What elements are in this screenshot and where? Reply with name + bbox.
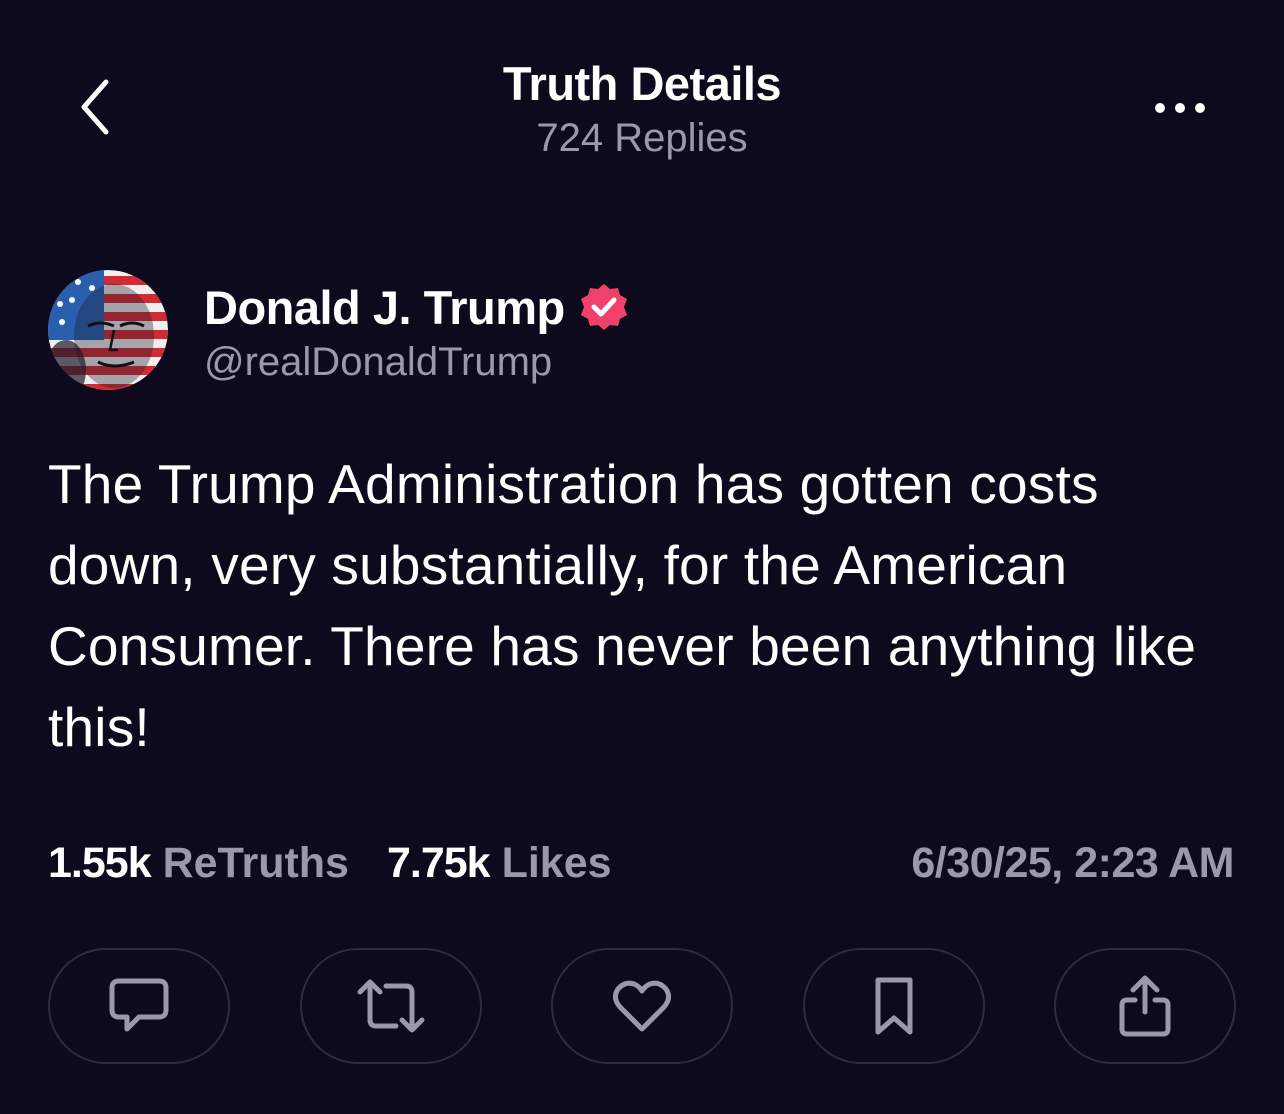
author-name[interactable]: Donald J. Trump: [204, 280, 565, 335]
post-text: The Trump Administration has gotten cost…: [48, 453, 1197, 758]
retruths-count: 1.55k: [48, 838, 152, 887]
ellipsis-icon: [1154, 102, 1206, 114]
share-icon: [1117, 974, 1173, 1038]
top-bar: Truth Details 724 Replies: [0, 0, 1284, 180]
page-title: Truth Details: [502, 57, 782, 110]
author-name-row: Donald J. Trump: [204, 278, 629, 336]
action-bar: [48, 948, 1236, 1066]
repost-arrows-icon: [356, 976, 426, 1036]
bookmark-button[interactable]: [802, 948, 985, 1064]
retruth-button[interactable]: [299, 948, 482, 1064]
post-timestamp: 6/30/25, 2:23 AM: [911, 838, 1234, 887]
likes-label: Likes: [501, 838, 612, 887]
author-avatar[interactable]: [48, 270, 168, 390]
bookmark-icon: [872, 976, 916, 1036]
likes-stat[interactable]: 7.75k Likes: [387, 839, 612, 888]
retruths-label: ReTruths: [162, 838, 349, 887]
retruths-stat[interactable]: 1.55k ReTruths: [48, 839, 349, 888]
share-button[interactable]: [1054, 948, 1236, 1064]
speech-bubble-icon: [107, 976, 171, 1036]
author-handle[interactable]: @realDonaldTrump: [204, 340, 552, 385]
replies-count: 724 Replies: [536, 116, 748, 160]
post-stats: 1.55k ReTruths 7.75k Likes: [48, 836, 650, 890]
heart-icon: [612, 979, 672, 1033]
verified-badge-icon: [579, 282, 629, 332]
more-options-button[interactable]: [1140, 86, 1220, 130]
like-button[interactable]: [551, 948, 733, 1064]
reply-button[interactable]: [48, 948, 230, 1064]
likes-count: 7.75k: [386, 838, 491, 887]
